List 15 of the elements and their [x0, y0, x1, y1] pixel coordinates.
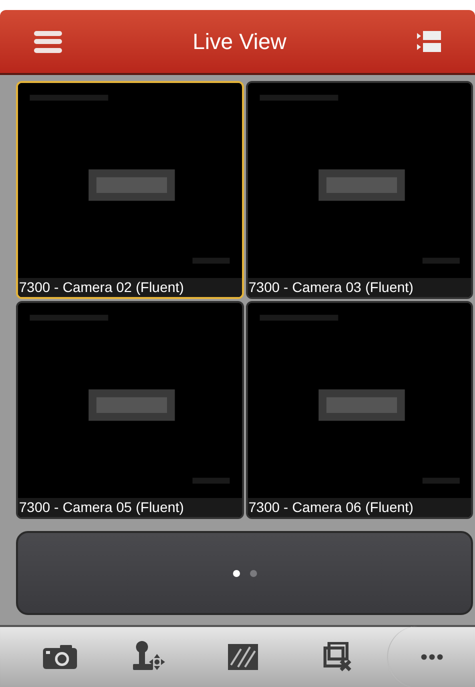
list-icon[interactable]: [416, 30, 441, 54]
camera-icon: [42, 644, 78, 670]
striped-square-icon: [226, 643, 258, 671]
camera-caption: 7300 - Camera 06 (Fluent): [248, 498, 471, 517]
video-tile[interactable]: 7300 - Camera 02 (Fluent): [16, 81, 244, 299]
camera-caption: 7300 - Camera 05 (Fluent): [18, 498, 242, 517]
menu-icon[interactable]: [34, 30, 62, 52]
video-tile[interactable]: 7300 - Camera 03 (Fluent): [246, 81, 473, 299]
camera-caption: 7300 - Camera 03 (Fluent): [248, 278, 471, 297]
video-tile[interactable]: 7300 - Camera 06 (Fluent): [246, 301, 473, 519]
video-tile[interactable]: 7300 - Camera 05 (Fluent): [16, 301, 244, 519]
camera-caption: 7300 - Camera 02 (Fluent): [18, 278, 242, 297]
more-icon: [420, 654, 442, 660]
windows-close-icon: [322, 642, 352, 672]
page-title: Live View: [192, 28, 286, 56]
